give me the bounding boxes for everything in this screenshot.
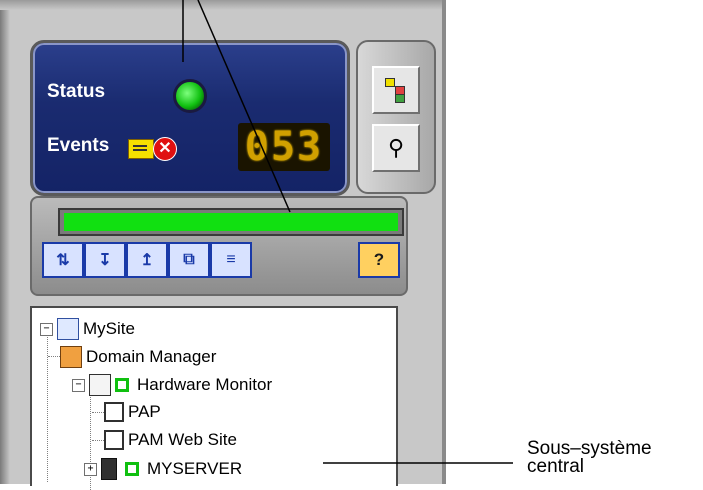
callout-label: Sous–système central [527,439,652,477]
callout-lines [182,0,513,464]
callout-line2: central [527,456,585,477]
progress-callout-line [197,0,291,213]
